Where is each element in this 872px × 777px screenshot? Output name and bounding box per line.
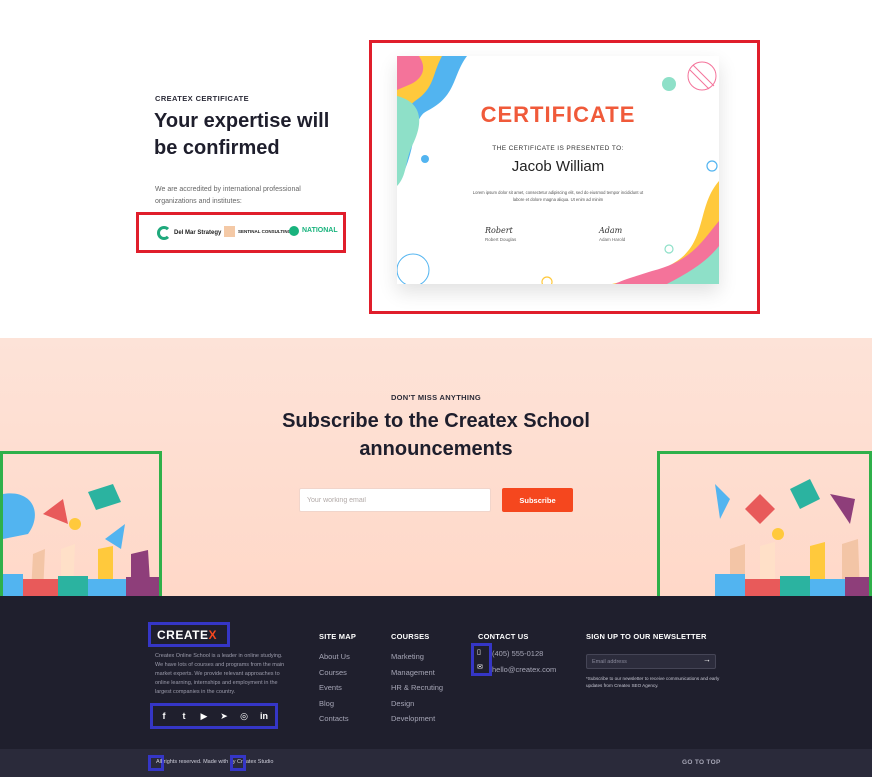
signature-script: Robert	[485, 226, 513, 235]
courses-heading: COURSES	[391, 632, 430, 641]
sentinal-logo-icon	[224, 226, 235, 237]
arrow-right-icon[interactable]: →	[703, 655, 711, 664]
contact-heading: CONTACT US	[478, 632, 529, 641]
subscribe-section: DON'T MISS ANYTHING Subscribe to the Cre…	[0, 338, 872, 603]
site-footer: CREATEX Createx Online School is a leade…	[0, 596, 872, 749]
partner-name: NATIONAL	[302, 227, 338, 234]
footer-sitemap: SITE MAP About Us Courses Events Blog Co…	[319, 632, 356, 727]
youtube-icon[interactable]: ▶	[199, 711, 209, 722]
certificate-heading: Your expertise will be confirmed	[154, 110, 330, 159]
certificate-eyebrow: CREATEX CERTIFICATE	[155, 94, 249, 103]
subscribe-heading: Subscribe to the Createx School announce…	[282, 410, 590, 460]
newsletter-note: *Subscribe to our newsletter to receive …	[586, 676, 720, 688]
phone-icon: ▯	[477, 649, 481, 656]
partner-name: Del Mar Strategy	[174, 230, 222, 236]
sitemap-heading: SITE MAP	[319, 632, 357, 641]
certificate-section: CREATEX CERTIFICATE Your expertise will …	[0, 0, 872, 338]
signature-name: Robert Douglas	[485, 237, 517, 242]
graduation-illustration-right	[657, 451, 872, 603]
footer-link-contacts[interactable]: Contacts	[319, 711, 356, 727]
footer-link-management[interactable]: Management	[391, 665, 443, 681]
footer-link-events[interactable]: Events	[319, 680, 356, 696]
contact-phone[interactable]: (405) 555-0128	[492, 649, 543, 658]
graduation-illustration-left	[0, 451, 162, 603]
newsletter-heading: SIGN UP TO OUR NEWSLETTER	[586, 632, 707, 641]
certificate-description: We are accredited by international profe…	[155, 186, 301, 205]
certificate-card: CERTIFICATE THE CERTIFICATE IS PRESENTED…	[397, 56, 719, 284]
telegram-icon[interactable]: ➤	[219, 711, 229, 722]
certificate-title: CERTIFICATE	[480, 102, 636, 127]
mail-icon: ✉	[477, 664, 483, 671]
footer-link-blog[interactable]: Blog	[319, 696, 356, 712]
footer-logo[interactable]: CREATEX	[148, 622, 230, 647]
certificate-presented-to: THE CERTIFICATE IS PRESENTED TO:	[492, 145, 624, 152]
subscribe-button[interactable]: Subscribe	[502, 488, 573, 512]
copyright-text: All rights reserved. Made with by Create…	[156, 759, 274, 765]
newsletter-email-input[interactable]	[586, 654, 716, 669]
logo-accent: X	[208, 628, 217, 642]
footer-courses: COURSES Marketing Management HR & Recrut…	[391, 632, 443, 727]
subscribe-email-input[interactable]	[299, 488, 491, 512]
partner-del-mar: Del Mar Strategy	[157, 226, 221, 240]
signature-script: Adam	[599, 226, 623, 235]
certificate-body: Lorem ipsum dolor sit amet, consectetur …	[472, 190, 644, 202]
partner-sentinal: SENTINAL CONSULTING	[224, 226, 291, 237]
footer-newsletter: SIGN UP TO OUR NEWSLETTER	[586, 632, 707, 649]
footer-bottom-bar: All rights reserved. Made with by Create…	[0, 749, 872, 777]
partner-logos: Del Mar Strategy SENTINAL CONSULTING NAT…	[136, 212, 346, 253]
twitter-icon[interactable]: t	[179, 711, 189, 721]
heart-icon	[230, 755, 246, 771]
certificate-preview-frame: CERTIFICATE THE CERTIFICATE IS PRESENTED…	[369, 40, 760, 314]
footer-link-design[interactable]: Design	[391, 696, 443, 712]
graduation-hands-icon	[3, 484, 159, 600]
footer-link-courses[interactable]: Courses	[319, 665, 356, 681]
certificate-recipient: Jacob William	[511, 158, 605, 175]
signature-right: Adam Adam Harold	[599, 226, 625, 242]
go-to-top-link[interactable]: GO TO TOP	[682, 759, 721, 766]
footer-link-marketing[interactable]: Marketing	[391, 649, 443, 665]
logo-text: CREATEX	[157, 628, 217, 642]
logo-main: CREATE	[157, 628, 209, 642]
footer-about-text: Createx Online School is a leader in onl…	[155, 653, 285, 695]
linkedin-icon[interactable]: in	[259, 711, 269, 721]
subscribe-eyebrow: DON'T MISS ANYTHING	[390, 393, 482, 402]
footer-link-development[interactable]: Development	[391, 711, 443, 727]
instagram-icon[interactable]: ◎	[239, 711, 249, 722]
national-logo-icon	[289, 226, 299, 236]
social-links: f t ▶ ➤ ◎ in	[150, 703, 278, 729]
contact-email[interactable]: hello@createx.com	[492, 665, 556, 674]
footer-link-hr[interactable]: HR & Recruting	[391, 680, 443, 696]
graduation-hands-icon	[715, 479, 869, 600]
partner-name: SENTINAL CONSULTING	[238, 228, 292, 234]
signature-left: Robert Robert Douglas	[485, 226, 516, 242]
signature-name: Adam Harold	[599, 237, 626, 242]
partner-national: NATIONAL	[289, 226, 338, 236]
contact-icons: ▯ ✉	[471, 643, 492, 676]
del-mar-logo-icon	[157, 226, 171, 240]
footer-link-about[interactable]: About Us	[319, 649, 356, 665]
facebook-icon[interactable]: f	[159, 711, 169, 721]
